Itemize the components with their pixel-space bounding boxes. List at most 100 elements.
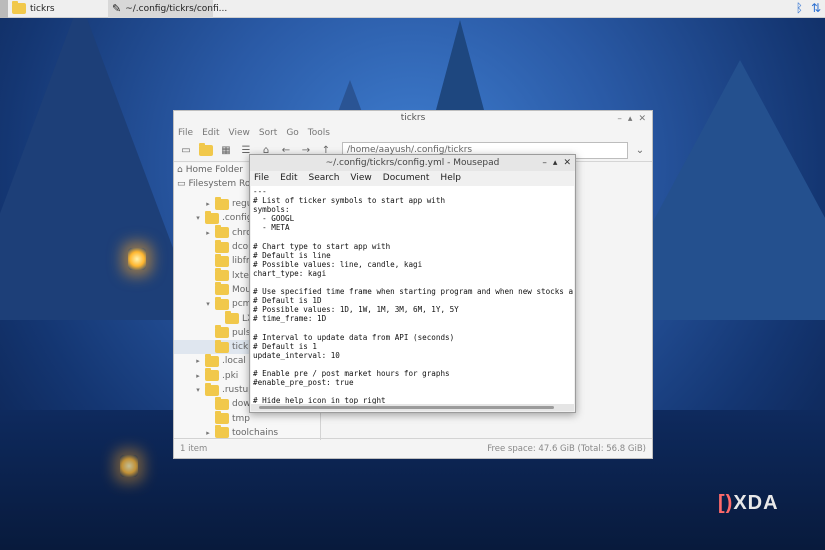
taskbar-app-tickrs[interactable]: tickrs [8,0,108,18]
close-icon[interactable]: ✕ [563,155,571,171]
status-bar: 1 item Free space: 47.6 GiB (Total: 56.8… [174,438,652,458]
code-line: # Chart type to start app with [253,241,391,251]
mousepad-window: ~/.config/tickrs/config.yml - Mousepad –… [249,154,576,413]
place-label: Home Folder [185,165,243,175]
code-line: # Hide help icon in top right [253,396,386,404]
menu-sort[interactable]: Sort [259,126,277,140]
file-manager-menubar: File Edit View Sort Go Tools [174,126,652,140]
new-window-icon[interactable]: ▭ [178,143,194,159]
new-folder-icon[interactable] [198,143,214,159]
folder-icon [215,396,229,410]
code-line: # Interval to update data from API (seco… [253,332,455,342]
expander-arrow-icon[interactable]: ▾ [204,300,212,308]
menu-file[interactable]: File [178,126,193,140]
window-titlebar[interactable]: tickrs – ▴ ✕ [174,111,652,126]
menu-view[interactable]: View [350,171,371,186]
lantern-reflection [120,455,138,477]
expander-arrow-icon[interactable]: ▸ [204,229,212,237]
folder-icon [215,325,229,339]
menu-edit[interactable]: Edit [280,171,297,186]
code-line: - GOOGL [253,214,295,224]
text-editor-area[interactable]: --- # List of ticker symbols to start app… [251,186,574,404]
code-line: update_interval: 10 [253,350,340,360]
window-title: tickrs [400,113,426,123]
taskbar: tickrs ✎ ~/.config/tickrs/confi... ᛒ ⇅ [0,0,825,18]
code-line: - META [253,223,290,233]
mousepad-titlebar[interactable]: ~/.config/tickrs/config.yml - Mousepad –… [250,155,575,171]
chevron-down-icon[interactable]: ⌄ [632,143,648,159]
menu-search[interactable]: Search [309,171,340,186]
scrollbar-thumb[interactable] [259,406,554,409]
close-icon[interactable]: ✕ [638,112,646,127]
xda-watermark: [)XDA [718,492,779,514]
folder-icon [215,225,229,239]
code-line: symbols: [253,205,290,215]
menu-document[interactable]: Document [383,171,430,186]
menu-file[interactable]: File [254,171,269,186]
taskbar-app-mousepad[interactable]: ✎ ~/.config/tickrs/confi... [108,0,227,18]
menu-help[interactable]: Help [440,171,461,186]
folder-icon [205,353,219,367]
folder-icon [215,268,229,282]
drive-icon: ▭ [177,179,186,189]
maximize-icon[interactable]: ▴ [628,112,633,127]
folder-icon [215,411,229,425]
mousepad-menubar: File Edit Search View Document Help [250,171,575,186]
tree-item-label: .local [222,356,246,367]
minimize-icon[interactable]: – [542,155,547,171]
folder-icon [205,368,219,382]
network-icon[interactable]: ⇅ [811,1,821,15]
tree-item-label: toolchains [232,427,279,438]
expander-arrow-icon[interactable]: ▸ [204,200,212,208]
code-line: #enable_pre_post: true [253,377,354,387]
folder-icon [215,239,229,253]
folder-icon [215,196,229,210]
code-line: # Possible values: 1D, 1W, 1M, 3M, 6M, 1… [253,305,459,315]
code-line: # Enable pre / post market hours for gra… [253,368,450,378]
folder-icon [205,382,219,396]
minimize-icon[interactable]: – [617,112,622,127]
code-line: # List of ticker symbols to start app wi… [253,196,446,206]
tree-item-label: .config [222,213,253,224]
folder-icon [215,425,229,439]
folder-icon [215,339,229,353]
folder-icon [205,210,219,224]
menu-edit[interactable]: Edit [202,126,219,140]
menu-go[interactable]: Go [286,126,298,140]
code-line: # Default is 1 [253,341,318,351]
taskbar-app-label: tickrs [30,3,55,14]
code-line: chart_type: kagi [253,268,327,278]
tree-item-label: tmp [232,413,251,424]
home-icon: ⌂ [177,165,183,175]
icon-view-icon[interactable]: ▦ [218,143,234,159]
maximize-icon[interactable]: ▴ [553,155,558,171]
tree-item-label: .pki [222,370,239,381]
code-line: # Possible values: line, candle, kagi [253,259,423,269]
expander-arrow-icon[interactable]: ▾ [194,214,202,222]
window-title: ~/.config/tickrs/config.yml - Mousepad [325,158,500,168]
system-tray: ᛒ ⇅ [796,1,821,15]
taskbar-menu-edge[interactable] [0,0,8,18]
tree-item[interactable]: tmp [174,411,320,425]
lantern-light [128,248,146,270]
bluetooth-icon[interactable]: ᛒ [796,1,803,15]
code-line: # Default is line [253,250,331,260]
menu-tools[interactable]: Tools [308,126,330,140]
expander-arrow-icon[interactable]: ▸ [194,372,202,380]
item-count: 1 item [180,443,208,454]
folder-icon [225,311,239,325]
code-line: --- [253,187,267,196]
expander-arrow-icon[interactable]: ▸ [204,429,212,437]
code-line: # time_frame: 1D [253,314,327,324]
expander-arrow-icon[interactable]: ▸ [194,357,202,365]
text-editor-icon: ✎ [112,2,122,15]
menu-view[interactable]: View [229,126,250,140]
code-line: # Default is 1D [253,296,322,306]
folder-icon [215,296,229,310]
horizontal-scrollbar[interactable] [251,404,574,411]
expander-arrow-icon[interactable]: ▾ [194,386,202,394]
